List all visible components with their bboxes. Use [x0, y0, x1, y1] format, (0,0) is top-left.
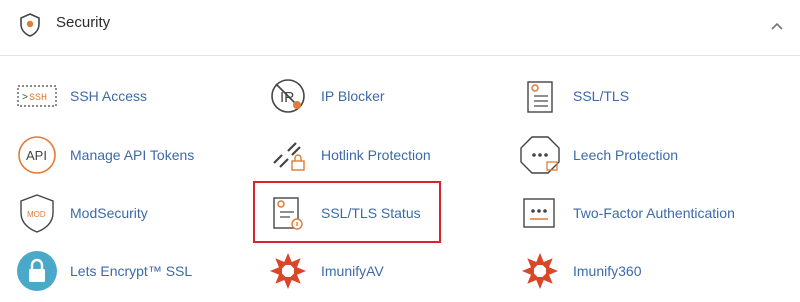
manage-api-tokens-link[interactable]: API Manage API Tokens	[12, 133, 194, 177]
ip-blocker-link[interactable]: IP IP Blocker	[263, 74, 385, 118]
svg-text:>: >	[22, 93, 28, 104]
imunify-icon	[263, 249, 313, 293]
item-label: SSH Access	[70, 88, 148, 104]
chevron-up-icon[interactable]	[766, 16, 788, 36]
item-label: IP Blocker	[321, 88, 385, 104]
modsecurity-link[interactable]: MOD ModSecurity	[12, 191, 148, 235]
security-panel-header[interactable]: Security	[0, 0, 800, 56]
modsecurity-shield-icon: MOD	[12, 191, 62, 235]
imunify360-icon	[515, 249, 565, 293]
certificate-icon	[515, 74, 565, 118]
item-label: Two-Factor Authentication	[573, 205, 735, 221]
svg-text:IP: IP	[280, 89, 294, 106]
ip-blocker-icon: IP	[263, 74, 313, 118]
lets-encrypt-ssl-link[interactable]: Lets Encrypt™ SSL	[12, 249, 192, 293]
item-label: ImunifyAV	[321, 263, 384, 279]
ssh-access-link[interactable]: > SSH SSH Access	[12, 74, 147, 118]
leech-protection-link[interactable]: Leech Protection	[515, 133, 678, 177]
ssl-tls-link[interactable]: SSL/TLS	[515, 74, 629, 118]
ssh-terminal-icon: > SSH	[12, 74, 62, 118]
shield-icon	[18, 12, 42, 38]
item-label: SSL/TLS	[573, 88, 630, 104]
octagon-password-icon	[515, 133, 565, 177]
hotlink-protection-link[interactable]: Hotlink Protection	[263, 133, 431, 177]
highlight-box	[253, 181, 441, 243]
item-label: Hotlink Protection	[321, 147, 431, 163]
item-label: Lets Encrypt™ SSL	[70, 263, 193, 279]
svg-text:API: API	[26, 148, 47, 163]
svg-text:SSH: SSH	[29, 93, 47, 104]
imunifyav-link[interactable]: ImunifyAV	[263, 249, 384, 293]
two-factor-authentication-link[interactable]: Two-Factor Authentication	[515, 191, 735, 235]
item-label: Leech Protection	[573, 147, 679, 163]
imunify360-link[interactable]: Imunify360	[515, 249, 641, 293]
item-label: ModSecurity	[70, 205, 148, 221]
panel-title: Security	[56, 14, 111, 31]
api-icon: API	[12, 133, 62, 177]
item-label: Imunify360	[573, 263, 642, 279]
svg-text:MOD: MOD	[27, 210, 46, 219]
item-label: Manage API Tokens	[70, 147, 195, 163]
padlock-icon	[12, 249, 62, 293]
two-factor-icon	[515, 191, 565, 235]
broken-link-lock-icon	[263, 133, 313, 177]
